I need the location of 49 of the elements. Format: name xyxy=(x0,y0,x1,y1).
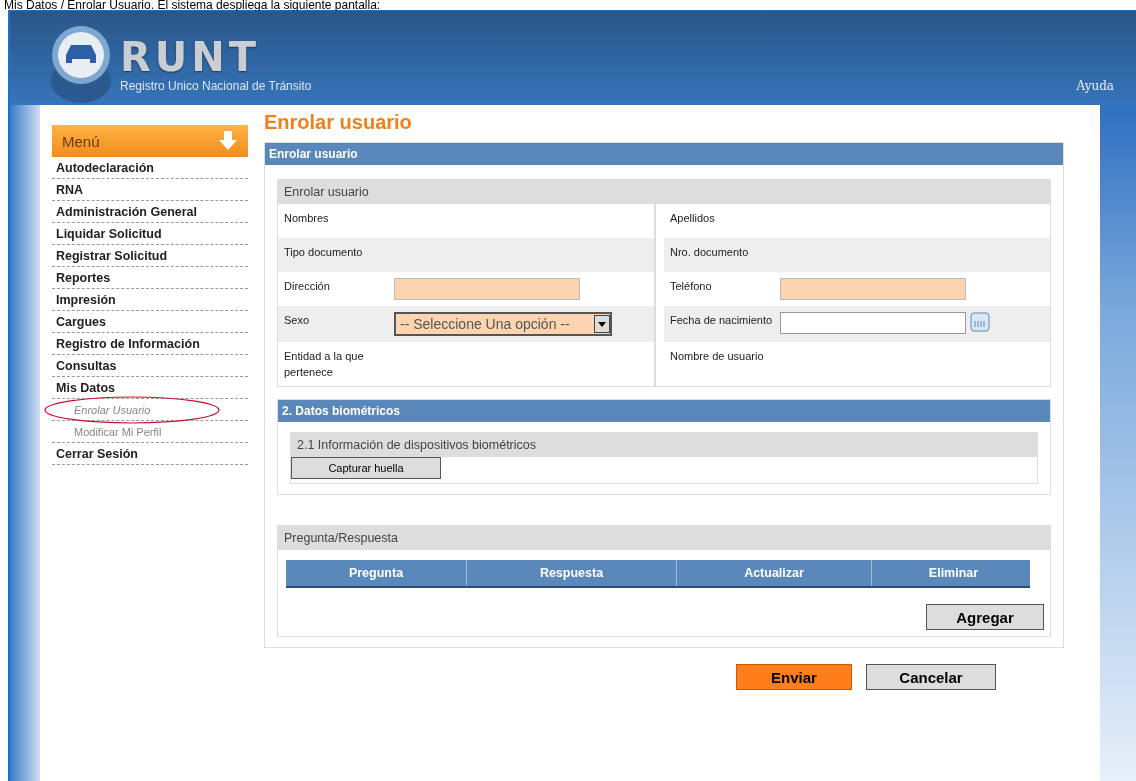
menu-item[interactable]: Cargues xyxy=(52,311,248,333)
column-header: Pregunta xyxy=(347,565,405,582)
section-title: 2. Datos biométricos xyxy=(278,400,1050,422)
field-label: Dirección xyxy=(284,279,331,294)
section-header: Enrolar usuario xyxy=(278,180,1050,204)
field-label: Entidad a la que pertenece xyxy=(284,349,365,380)
panel-title: Enrolar usuario xyxy=(265,143,1063,165)
submenu-item[interactable]: Enrolar Usuario xyxy=(52,399,248,421)
date-field[interactable] xyxy=(780,312,966,334)
section-header: 2.1 Información de dispositivos biométricos xyxy=(291,433,1037,457)
menu-item[interactable]: Administración General xyxy=(52,201,248,223)
field-label: Sexo xyxy=(284,313,311,328)
document-text: Mis Datos / Enrolar Usuario. El sistema despliega la siguiente pantalla: xyxy=(3,0,382,10)
capture-button[interactable]: Capturar huella xyxy=(291,457,441,479)
field-label: Apellidos xyxy=(670,211,716,226)
menu-item[interactable]: Consultas xyxy=(52,355,248,377)
menu-item[interactable]: Mis Datos xyxy=(52,377,248,399)
page-title: Enrolar usuario xyxy=(264,111,413,134)
menu-item[interactable]: Registrar Solicitud xyxy=(52,245,248,267)
menu-item[interactable]: RNA xyxy=(52,179,248,201)
help-link[interactable]: Ayuda xyxy=(1076,79,1114,93)
down-arrow-icon xyxy=(218,131,238,151)
text-field[interactable] xyxy=(394,278,580,300)
calendar-icon[interactable] xyxy=(970,312,990,332)
submenu-item[interactable]: Modificar Mi Perfil xyxy=(52,421,248,443)
column-header: Actualizar xyxy=(676,560,871,586)
column-header: Respuesta xyxy=(466,560,676,586)
menu-item[interactable]: Reportes xyxy=(52,267,248,289)
field-label: Tipo documento xyxy=(284,245,364,260)
field-label: Nombre de usuario xyxy=(670,349,765,364)
field-label: Nro. documento xyxy=(670,245,750,260)
field-label: Nombres xyxy=(284,211,330,226)
menu-item[interactable]: Autodeclaración xyxy=(52,157,248,179)
column-header: Eliminar xyxy=(871,560,1035,586)
menu-item[interactable]: Liquidar Solicitud xyxy=(52,223,248,245)
text-field[interactable] xyxy=(780,278,966,300)
menu-item[interactable]: Impresión xyxy=(52,289,248,311)
add-button[interactable]: Agregar xyxy=(926,604,1044,630)
field-label: Fecha de nacimiento xyxy=(670,313,774,328)
section-header: Pregunta/Respuesta xyxy=(278,526,1050,550)
logo-text: RUNT xyxy=(120,35,262,79)
submit-button[interactable]: Enviar xyxy=(736,664,852,690)
menu-header[interactable]: Menú xyxy=(52,125,248,157)
field-label: Teléfono xyxy=(670,279,713,294)
logo-subtitle: Registro Unico Nacional de Tránsito xyxy=(120,79,312,93)
cancel-button[interactable]: Cancelar xyxy=(866,664,996,690)
menu-item[interactable]: Registro de Información xyxy=(52,333,248,355)
menu-item[interactable]: Cerrar Sesión xyxy=(52,443,248,465)
dropdown[interactable]: -- Seleccione Una opción -- xyxy=(394,312,612,336)
